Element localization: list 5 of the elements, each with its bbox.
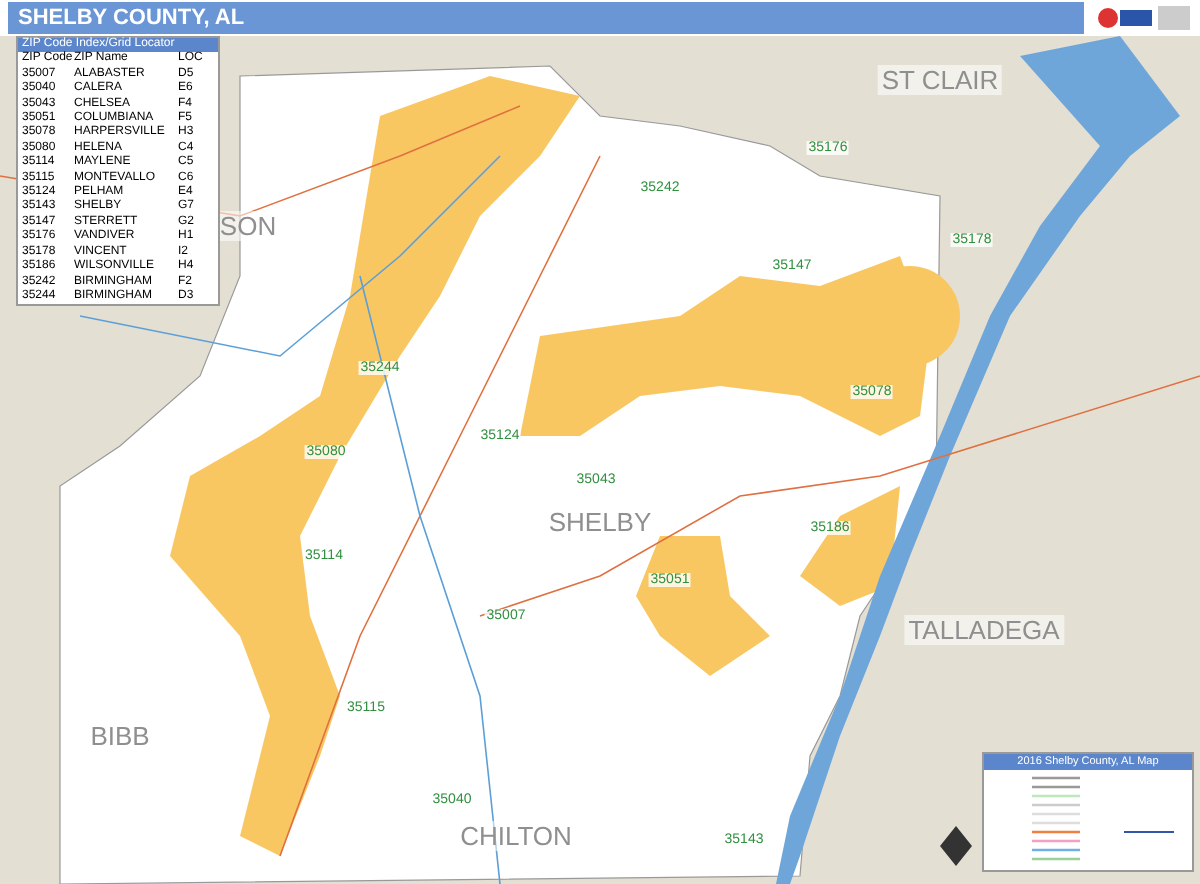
county-label: BIBB	[86, 721, 154, 751]
county-label: TALLADEGA	[904, 615, 1064, 645]
map-title: SHELBY COUNTY, AL	[8, 2, 1084, 34]
county-label: ST CLAIR	[877, 65, 1003, 95]
county-label: SHELBY	[544, 507, 656, 537]
